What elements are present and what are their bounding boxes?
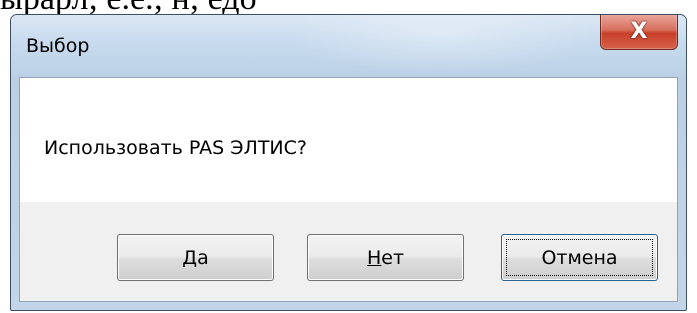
no-mnemonic: Н: [366, 246, 382, 269]
close-button[interactable]: X: [600, 15, 678, 50]
message-text: Использовать PAS ЭЛТИС?: [44, 137, 307, 159]
message-panel: Использовать PAS ЭЛТИС?: [20, 78, 677, 202]
no-label-rest: ет: [381, 246, 405, 269]
window-title: Выбор: [26, 35, 90, 57]
yes-mnemonic: Д: [182, 246, 198, 269]
no-button[interactable]: Нет: [307, 234, 464, 281]
cancel-button[interactable]: Отмена: [501, 234, 658, 281]
title-bar[interactable]: Выбор X: [11, 15, 686, 75]
yes-label-rest: а: [197, 246, 209, 269]
yes-button[interactable]: Да: [117, 234, 274, 281]
dialog-client-area: Использовать PAS ЭЛТИС? Да Нет Отмена: [19, 77, 678, 302]
screen: ырарл; е.е.; н; едо Выбор X Использовать…: [0, 0, 697, 313]
focus-rectangle: [506, 239, 653, 276]
choice-dialog: Выбор X Использовать PAS ЭЛТИС? Да Нет О…: [10, 14, 687, 311]
yes-button-label: Да: [182, 247, 209, 269]
no-button-label: Нет: [367, 247, 404, 269]
close-icon: X: [630, 19, 648, 44]
